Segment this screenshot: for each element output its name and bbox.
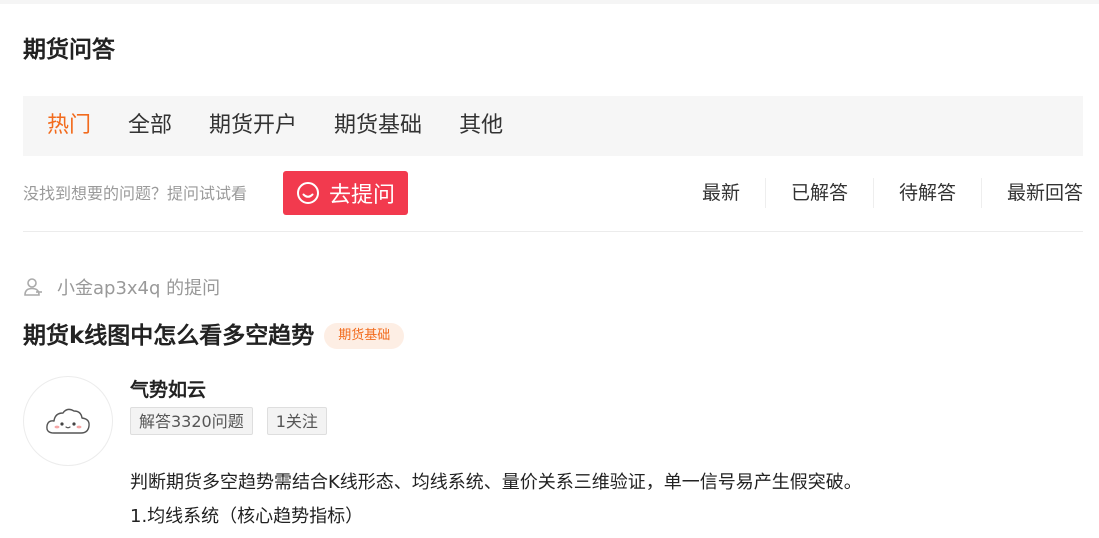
asker-name[interactable]: 小金ap3x4q 的提问 [57, 274, 220, 300]
follow-count-badge: 1关注 [266, 407, 327, 435]
divider [23, 231, 1083, 232]
smile-icon [296, 182, 319, 204]
tab-other[interactable]: 其他 [459, 96, 503, 156]
filter-latest[interactable]: 最新 [677, 178, 765, 208]
ask-question-button[interactable]: 去提问 [283, 171, 408, 215]
answer-content: 判断期货多空趋势需结合K线形态、均线系统、量价关系三维验证，单一信号易产生假突破… [130, 466, 1080, 534]
user-icon [24, 278, 42, 296]
tab-account-opening[interactable]: 期货开户 [209, 96, 297, 156]
answerer-avatar[interactable] [23, 376, 113, 466]
ask-row: 没找到想要的问题？提问试试看 去提问 最新 已解答 待解答 最新回答 [23, 171, 1083, 217]
question-title[interactable]: 期货k线图中怎么看多空趋势 [23, 320, 314, 352]
category-tabs: 热门 全部 期货开户 期货基础 其他 [23, 96, 1083, 156]
page-title: 期货问答 [23, 37, 115, 63]
tab-basics[interactable]: 期货基础 [334, 96, 422, 156]
ask-hint: 没找到想要的问题？提问试试看 [23, 184, 248, 203]
filter-latest-answer[interactable]: 最新回答 [980, 178, 1083, 208]
answers-count-badge: 解答3320问题 [130, 407, 253, 435]
sort-filters: 最新 已解答 待解答 最新回答 [677, 171, 1083, 215]
tab-all[interactable]: 全部 [128, 96, 172, 156]
answerer-badges: 解答3320问题 1关注 [130, 407, 341, 435]
top-border [0, 0, 1099, 4]
filter-answered[interactable]: 已解答 [764, 178, 873, 208]
question-asker: 小金ap3x4q 的提问 [23, 274, 220, 300]
question-tag[interactable]: 期货基础 [324, 323, 405, 349]
answer-line: 1.均线系统（核心趋势指标） [130, 506, 364, 527]
tab-hot[interactable]: 热门 [47, 96, 91, 156]
question-header: 期货k线图中怎么看多空趋势 期货基础 [23, 320, 405, 352]
answer-line: 判断期货多空趋势需结合K线形态、均线系统、量价关系三维验证，单一信号易产生假突破… [130, 472, 862, 493]
cloud-avatar-icon [46, 408, 90, 434]
ask-button-label: 去提问 [328, 183, 395, 208]
filter-unanswered[interactable]: 待解答 [872, 178, 981, 208]
answerer-name[interactable]: 气势如云 [130, 377, 206, 403]
